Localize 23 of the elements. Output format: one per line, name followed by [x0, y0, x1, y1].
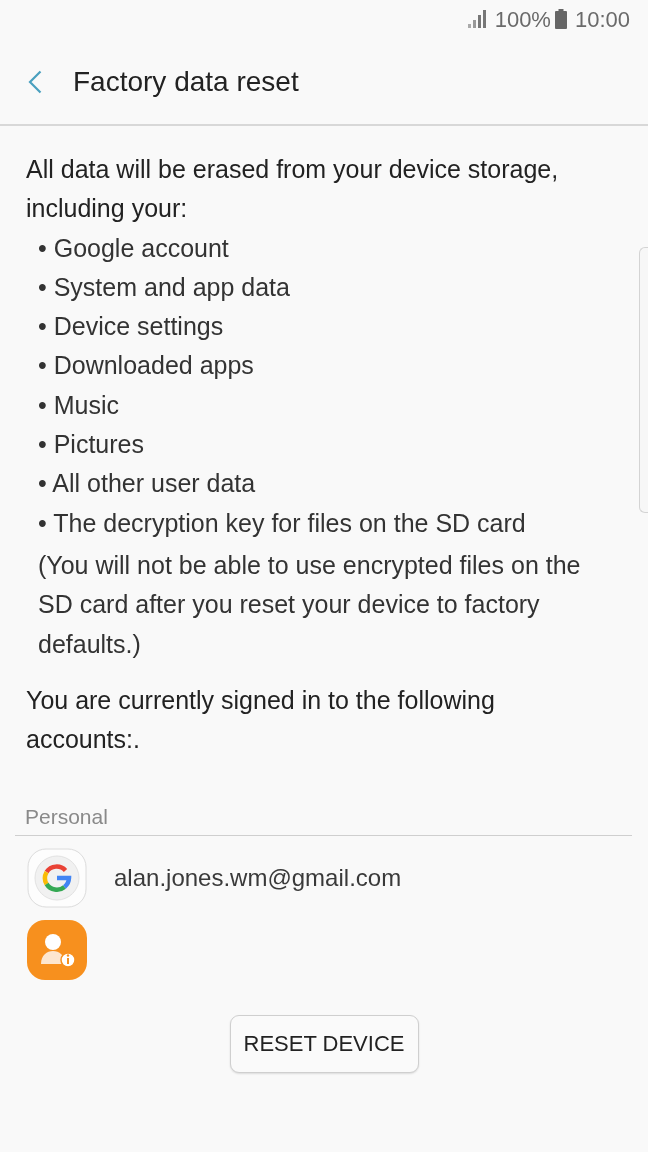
profile-info-icon [27, 920, 87, 981]
accounts-text: You are currently signed in to the following accounts:. [26, 684, 496, 756]
reset-device-button[interactable]: RESET DEVICE [229, 1015, 419, 1074]
account-email: alan.jones.wm@gmail.com [114, 864, 402, 893]
data-list-item: • Music [37, 389, 120, 421]
screen-title: Factory data reset [73, 66, 299, 98]
signal-icon [467, 10, 488, 28]
data-list-item: • System and app data [37, 271, 291, 303]
data-list-item: • Device settings [37, 311, 225, 343]
section-heading: Personal [15, 805, 632, 837]
back-icon[interactable] [28, 70, 42, 94]
battery-icon [554, 9, 567, 29]
intro-text: All data will be erased from your device storage, including your: [26, 154, 560, 225]
battery-percent: 100% [494, 7, 551, 33]
google-logo-icon [27, 848, 87, 909]
data-list-item: • All other user data [37, 468, 257, 500]
data-list-item: • Downloaded apps [37, 350, 255, 382]
data-list-item: • The decryption key for files on the SD card [37, 507, 527, 539]
note-text: (You will not be able to use encrypted files on the SD card after you reset your device to factory defaults.) [37, 549, 582, 660]
edge-panel-handle[interactable] [639, 247, 648, 513]
clock-time: 10:00 [574, 7, 630, 33]
data-list-item: • Google account [37, 232, 230, 264]
data-list-item: • Pictures [37, 429, 145, 461]
